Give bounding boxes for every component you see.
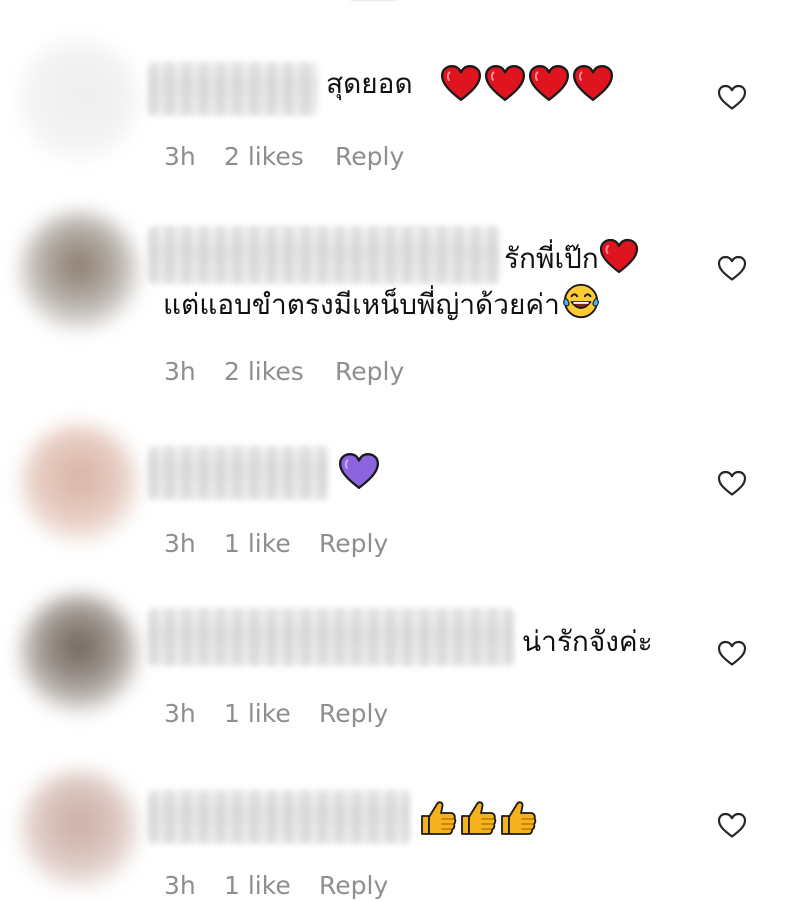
reply-button[interactable]: Reply bbox=[319, 871, 388, 901]
reply-button[interactable]: Reply bbox=[319, 699, 388, 729]
like-comment-button[interactable] bbox=[716, 252, 748, 284]
comment-time: 3h bbox=[164, 699, 196, 728]
avatar[interactable] bbox=[20, 40, 138, 158]
avatar[interactable] bbox=[20, 424, 138, 542]
username-blurred[interactable] bbox=[148, 790, 410, 844]
username-blurred[interactable] bbox=[148, 608, 514, 666]
comment-time: 3h bbox=[164, 871, 196, 900]
like-comment-button[interactable] bbox=[716, 809, 748, 841]
like-count-button[interactable]: 2 likes bbox=[224, 142, 304, 172]
thumbs-up-icon bbox=[498, 798, 538, 838]
comment-text: รักพี่เป๊ก bbox=[504, 238, 639, 277]
red-heart-icon bbox=[484, 64, 526, 102]
avatar[interactable] bbox=[20, 770, 138, 888]
like-comment-button[interactable] bbox=[716, 467, 748, 499]
purple-heart-icon bbox=[338, 452, 380, 490]
comment-text: น่ารักจังค่ะ bbox=[522, 625, 653, 658]
heart-outline-icon bbox=[716, 809, 748, 841]
heart-outline-icon bbox=[716, 252, 748, 284]
heart-outline-icon bbox=[716, 81, 748, 113]
reply-button[interactable]: Reply bbox=[335, 142, 404, 172]
avatar[interactable] bbox=[20, 212, 138, 330]
avatar[interactable] bbox=[20, 594, 138, 712]
heart-outline-icon bbox=[716, 467, 748, 499]
username-blurred[interactable] bbox=[148, 62, 318, 116]
like-count-button[interactable]: 2 likes bbox=[224, 357, 304, 387]
previous-comment-fragment bbox=[350, 0, 410, 4]
red-heart-icon bbox=[528, 64, 570, 102]
comment-text: แต่แอบขำตรงมีเหน็บพี่ญ่าด้วยค่า bbox=[163, 282, 600, 323]
username-blurred[interactable] bbox=[148, 446, 328, 500]
thumbs-up-icon bbox=[458, 798, 498, 838]
heart-outline-icon bbox=[716, 637, 748, 669]
like-count-button[interactable]: 1 like bbox=[224, 529, 291, 559]
like-count-button[interactable]: 1 like bbox=[224, 699, 291, 729]
like-count-button[interactable]: 1 like bbox=[224, 871, 291, 901]
like-comment-button[interactable] bbox=[716, 81, 748, 113]
comment-time: 3h bbox=[164, 142, 196, 171]
like-comment-button[interactable] bbox=[716, 637, 748, 669]
comment-text-line-2: แต่แอบขำตรงมีเหน็บพี่ญ่าด้วยค่า bbox=[163, 288, 560, 321]
username-blurred[interactable] bbox=[148, 226, 500, 284]
reply-button[interactable]: Reply bbox=[335, 357, 404, 387]
comment-time: 3h bbox=[164, 529, 196, 558]
comment-emoji-group bbox=[338, 452, 380, 490]
thumbs-up-icon bbox=[418, 798, 458, 838]
red-heart-icon bbox=[572, 64, 614, 102]
comment-emoji-group bbox=[440, 64, 614, 102]
reply-button[interactable]: Reply bbox=[319, 529, 388, 559]
comment-text-line-1: รักพี่เป๊ก bbox=[504, 242, 599, 275]
comment-text: สุดยอด bbox=[326, 67, 413, 100]
tears-of-joy-face-icon bbox=[562, 282, 600, 320]
red-heart-icon bbox=[599, 238, 639, 274]
comment-emoji-group bbox=[418, 798, 538, 838]
red-heart-icon bbox=[440, 64, 482, 102]
comment-time: 3h bbox=[164, 357, 196, 386]
